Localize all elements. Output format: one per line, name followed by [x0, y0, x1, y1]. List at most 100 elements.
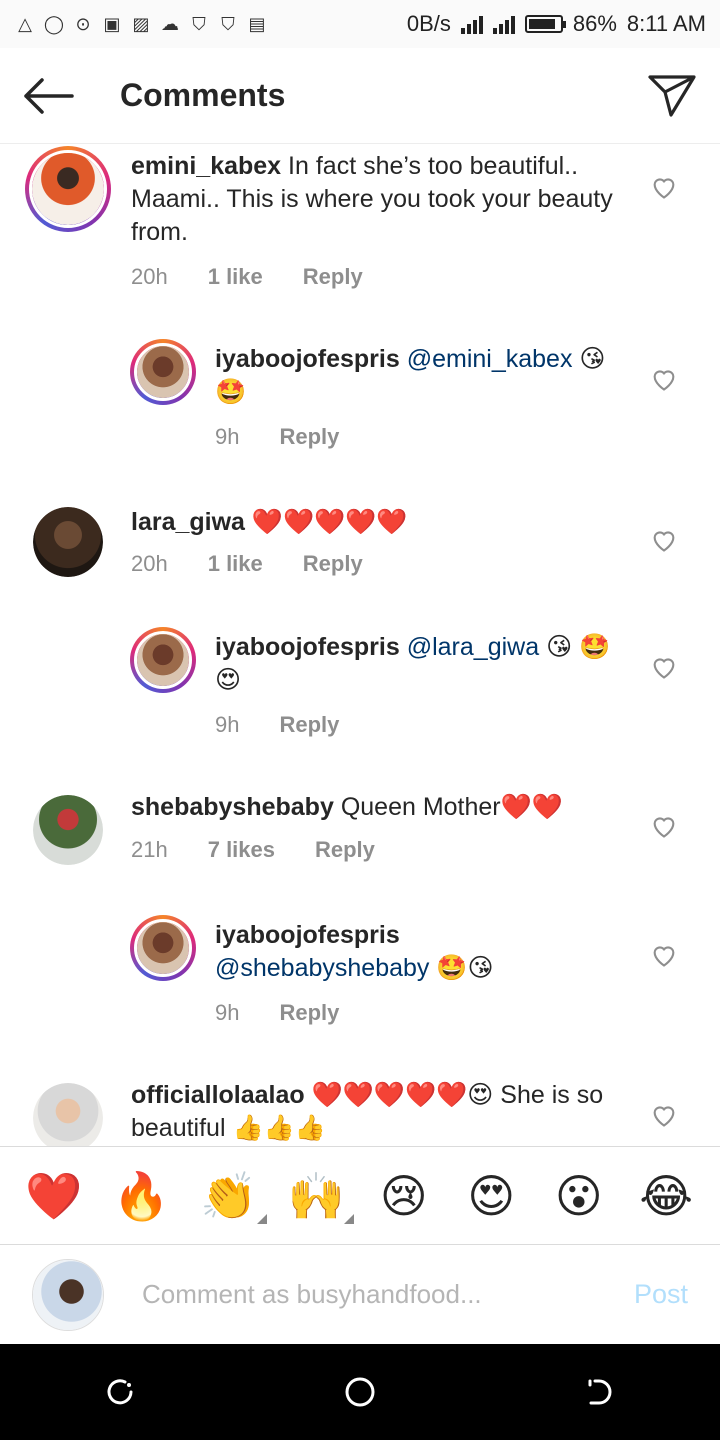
comment-time: 20h [131, 551, 168, 576]
avatar[interactable] [25, 146, 111, 232]
reaction-heart-eyes[interactable]: 😍 [461, 1166, 521, 1226]
post-button[interactable]: Post [634, 1279, 688, 1310]
reply-button[interactable]: Reply [279, 712, 339, 738]
like-heart-icon[interactable] [650, 526, 678, 554]
recents-button[interactable] [80, 1352, 160, 1432]
home-button[interactable] [320, 1352, 400, 1432]
page-title: Comments [120, 77, 286, 113]
comment-meta: 21h 7 likes Reply [131, 837, 375, 863]
comment-meta: 9h Reply [215, 1000, 339, 1026]
comment-username[interactable]: officiallolaalao [131, 1081, 305, 1109]
like-heart-icon[interactable] [650, 941, 678, 969]
comment-time: 20h [131, 264, 168, 289]
reply-button[interactable]: Reply [315, 837, 375, 863]
like-heart-icon[interactable] [650, 653, 678, 681]
battery-level [528, 19, 555, 29]
comment-username[interactable]: shebabyshebaby [131, 793, 334, 821]
whatsapp-icon: ◯ [43, 13, 65, 34]
home-icon [345, 1377, 375, 1407]
reply-button[interactable]: Reply [303, 551, 363, 577]
reply-button[interactable]: Reply [303, 264, 363, 290]
reaction-clap[interactable]: 👏 [199, 1166, 267, 1226]
reply-button[interactable]: Reply [279, 1000, 339, 1026]
comment-time: 9h [215, 712, 240, 737]
avatar[interactable] [130, 915, 196, 981]
comment-time: 9h [215, 1000, 240, 1025]
comment-meta: 20h 1 like Reply [131, 551, 363, 577]
signal-icon [460, 14, 483, 34]
comment-text: iyaboojofespris @lara_giwa 😘 🤩😍 [215, 631, 615, 697]
comment-text: iyaboojofespris @shebabyshebaby 🤩😘 [215, 919, 615, 985]
back-button[interactable] [0, 48, 96, 144]
avatar[interactable] [33, 1083, 103, 1146]
reaction-raised-hands[interactable]: 🙌 [286, 1166, 355, 1226]
avatar[interactable] [33, 795, 103, 865]
comment-likes[interactable]: 7 likes [208, 837, 275, 863]
reaction-fire[interactable]: 🔥 [111, 1166, 171, 1226]
reaction-raised-hands-emoji: 🙌 [287, 1168, 345, 1223]
reaction-laughing[interactable]: 😂 [636, 1166, 696, 1226]
reply-button[interactable]: Reply [279, 424, 339, 450]
comment-meta: 9h Reply [215, 712, 339, 738]
comment-time: 21h [131, 837, 168, 862]
like-heart-icon[interactable] [650, 812, 678, 840]
back-nav-icon [588, 1379, 612, 1405]
shield-icon: ⛉ [192, 13, 206, 34]
reaction-clap-emoji: 👏 [200, 1168, 258, 1223]
comment-meta: 20h 1 like Reply [131, 264, 363, 290]
back-nav-button[interactable] [560, 1352, 640, 1432]
comment-composer: Post [0, 1244, 720, 1344]
cloud-upload-icon: ☁ [161, 13, 179, 34]
back-arrow-icon [24, 77, 74, 114]
reaction-heart[interactable]: ❤️ [24, 1166, 84, 1226]
clock: 8:11 AM [626, 11, 706, 36]
battery-icon [524, 15, 566, 33]
reaction-surprised[interactable]: 😮 [549, 1166, 609, 1226]
reaction-crying[interactable]: 😢 [374, 1166, 434, 1226]
comment-text: shebabyshebaby Queen Mother❤️❤️ [131, 791, 631, 824]
comment-username[interactable]: iyaboojofespris [215, 921, 400, 949]
status-icons: △ ◯ ⊙ ▣ ▨ ☁ ⛉ ⛉ ▤ [14, 13, 268, 35]
comment-username[interactable]: iyaboojofespris [215, 633, 400, 661]
activity-icon: ▤ [248, 13, 266, 34]
quick-reactions-bar: ❤️ 🔥 👏 🙌 😢 😍 😮 😂 [0, 1146, 720, 1244]
network-speed: 0B/s [406, 11, 451, 36]
comment-likes[interactable]: 1 like [208, 264, 263, 290]
avatar[interactable] [130, 339, 196, 405]
comment-mention[interactable]: @shebabyshebaby [215, 954, 429, 982]
avatar[interactable] [33, 507, 103, 577]
comment-input[interactable] [142, 1279, 562, 1310]
signal-icon [492, 14, 515, 34]
comment-username[interactable]: lara_giwa [131, 508, 245, 536]
skin-tone-indicator [256, 1213, 267, 1224]
system-navigation-bar [0, 1344, 720, 1440]
skin-tone-indicator [344, 1213, 355, 1224]
comment-body: ❤️❤️❤️❤️❤️ [251, 507, 408, 536]
battery-percent: 86% [572, 11, 617, 36]
like-heart-icon[interactable] [650, 365, 678, 393]
comment-text: officiallolaalao ❤️❤️❤️❤️❤️😍 She is so b… [131, 1079, 631, 1145]
comment-text: lara_giwa ❤️❤️❤️❤️❤️ [131, 505, 631, 539]
app-header: Comments [0, 48, 720, 144]
comment-username[interactable]: iyaboojofespris [215, 345, 400, 373]
comment-mention[interactable]: @emini_kabex [407, 345, 573, 373]
comment-body: 🤩😘 [436, 954, 494, 982]
opera-icon: ⊙ [75, 13, 91, 34]
like-heart-icon[interactable] [650, 1101, 678, 1129]
send-icon [648, 74, 696, 117]
like-heart-icon[interactable] [650, 173, 678, 201]
share-button[interactable] [624, 48, 720, 144]
comment-likes[interactable]: 1 like [208, 551, 263, 577]
comment-body: Queen Mother❤️❤️ [340, 793, 563, 821]
current-user-avatar [32, 1258, 104, 1331]
comments-list[interactable]: emini_kabex In fact she’s too beautiful.… [0, 145, 720, 1146]
lock-icon: ▣ [103, 13, 121, 34]
comment-text: iyaboojofespris @emini_kabex 😘🤩 [215, 343, 615, 409]
comment-meta: 9h Reply [215, 424, 339, 450]
comment-username[interactable]: emini_kabex [131, 152, 281, 180]
comment-mention[interactable]: @lara_giwa [407, 633, 539, 661]
recents-icon [107, 1379, 133, 1405]
image-icon: ▨ [132, 13, 150, 34]
comment-text: emini_kabex In fact she’s too beautiful.… [131, 150, 631, 249]
avatar[interactable] [130, 627, 196, 693]
